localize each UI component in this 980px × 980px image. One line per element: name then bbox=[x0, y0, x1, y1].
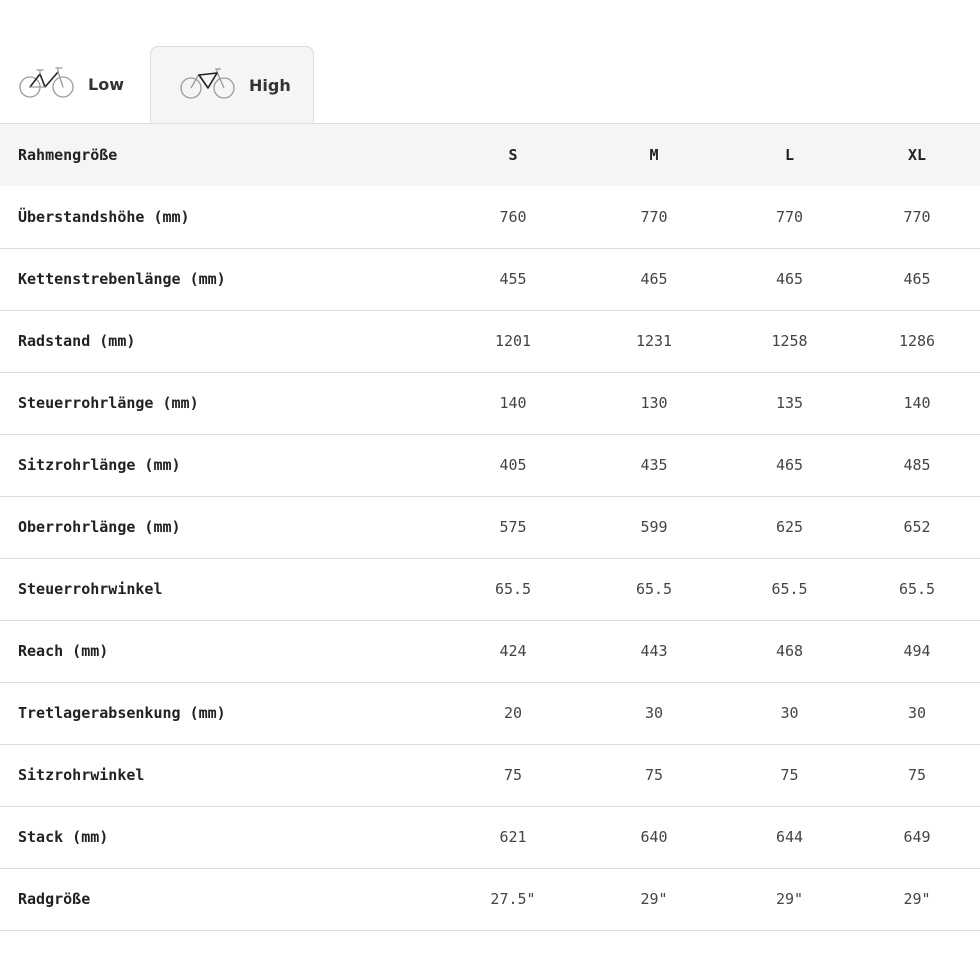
row-value: 65.5 bbox=[898, 580, 936, 598]
table-row: Radstand (mm) 1201 1231 1258 1286 bbox=[0, 310, 980, 372]
bike-high-frame-icon bbox=[179, 67, 237, 105]
row-value: 29" bbox=[775, 890, 804, 908]
row-value: 27.5" bbox=[490, 890, 536, 908]
tab-high-label: High bbox=[249, 76, 291, 95]
table-row: Stack (mm) 621 640 644 649 bbox=[0, 806, 980, 868]
row-label: Tretlagerabsenkung (mm) bbox=[18, 704, 226, 722]
row-value: 621 bbox=[499, 828, 527, 846]
row-value: 130 bbox=[640, 394, 668, 412]
row-value: 30 bbox=[644, 704, 664, 722]
row-label: Steuerrohrlänge (mm) bbox=[18, 394, 199, 412]
header-size-s: S bbox=[508, 146, 518, 164]
row-label: Radstand (mm) bbox=[18, 332, 136, 350]
row-value: 494 bbox=[903, 642, 931, 660]
row-value: 465 bbox=[775, 456, 804, 474]
row-value: 455 bbox=[499, 270, 527, 288]
row-value: 770 bbox=[903, 207, 931, 226]
header-frame-size: Rahmengröße bbox=[18, 146, 118, 164]
row-value: 770 bbox=[775, 207, 804, 226]
table-row: Tretlagerabsenkung (mm) 20 30 30 30 bbox=[0, 682, 980, 744]
row-value: 65.5 bbox=[494, 580, 532, 598]
tab-low-label: Low bbox=[88, 75, 124, 94]
row-value: 140 bbox=[903, 394, 931, 412]
row-value: 465 bbox=[775, 270, 804, 288]
frame-geometry-tabs: Low High bbox=[0, 46, 980, 124]
geometry-table-container: Rahmengröße S M L XL Überstandshöhe (mm)… bbox=[0, 123, 980, 931]
row-value: 20 bbox=[503, 704, 523, 722]
row-label: Sitzrohrwinkel bbox=[18, 766, 145, 784]
row-value: 29" bbox=[903, 890, 931, 908]
row-value: 760 bbox=[499, 207, 527, 226]
row-value: 485 bbox=[903, 456, 931, 474]
row-value: 75 bbox=[907, 766, 927, 784]
row-value: 644 bbox=[775, 828, 804, 846]
tab-high[interactable]: High bbox=[150, 46, 314, 124]
row-value: 443 bbox=[640, 642, 668, 660]
table-row: Steuerrohrlänge (mm) 140 130 135 140 bbox=[0, 372, 980, 434]
row-value: 1201 bbox=[494, 332, 532, 350]
row-value: 599 bbox=[640, 518, 668, 536]
table-row: Reach (mm) 424 443 468 494 bbox=[0, 620, 980, 682]
table-row: Sitzrohrwinkel 75 75 75 75 bbox=[0, 744, 980, 806]
header-size-xl: XL bbox=[907, 146, 927, 164]
row-value: 140 bbox=[499, 394, 527, 412]
row-value: 640 bbox=[640, 828, 668, 846]
row-value: 405 bbox=[499, 456, 527, 474]
row-value: 75 bbox=[503, 766, 523, 784]
table-header-row: Rahmengröße S M L XL bbox=[0, 124, 980, 186]
table-row: Oberrohrlänge (mm) 575 599 625 652 bbox=[0, 496, 980, 558]
header-size-m: M bbox=[649, 146, 659, 164]
table-row: Radgröße 27.5" 29" 29" 29" bbox=[0, 868, 980, 930]
row-value: 652 bbox=[903, 518, 931, 536]
row-value: 29" bbox=[640, 890, 668, 908]
row-value: 1258 bbox=[771, 332, 808, 350]
header-size-l: L bbox=[784, 146, 795, 164]
row-label: Stack (mm) bbox=[18, 828, 109, 846]
row-value: 649 bbox=[903, 828, 931, 846]
row-value: 30 bbox=[780, 704, 799, 722]
row-label: Steuerrohrwinkel bbox=[18, 580, 163, 598]
row-value: 65.5 bbox=[635, 580, 673, 598]
row-value: 1231 bbox=[635, 332, 673, 350]
bike-low-frame-icon bbox=[18, 66, 76, 104]
table-row: Kettenstrebenlänge (mm) 455 465 465 465 bbox=[0, 248, 980, 310]
row-value: 575 bbox=[499, 518, 527, 536]
row-label: Radgröße bbox=[18, 890, 91, 908]
row-value: 65.5 bbox=[771, 580, 808, 598]
table-row: Sitzrohrlänge (mm) 405 435 465 485 bbox=[0, 434, 980, 496]
row-value: 75 bbox=[644, 766, 664, 784]
row-label: Überstandshöhe (mm) bbox=[18, 207, 190, 226]
row-label: Sitzrohrlänge (mm) bbox=[18, 456, 181, 474]
row-value: 465 bbox=[903, 270, 931, 288]
table-row: Überstandshöhe (mm) 760 770 770 770 bbox=[0, 186, 980, 248]
row-value: 625 bbox=[775, 518, 804, 536]
row-label: Oberrohrlänge (mm) bbox=[18, 518, 181, 536]
row-value: 770 bbox=[640, 207, 668, 226]
table-row: Steuerrohrwinkel 65.5 65.5 65.5 65.5 bbox=[0, 558, 980, 620]
row-value: 1286 bbox=[898, 332, 936, 350]
row-value: 468 bbox=[775, 642, 804, 660]
row-value: 435 bbox=[640, 456, 668, 474]
row-label: Kettenstrebenlänge (mm) bbox=[18, 270, 226, 288]
row-value: 135 bbox=[775, 394, 804, 412]
row-value: 465 bbox=[640, 270, 668, 288]
row-value: 30 bbox=[907, 704, 927, 722]
geometry-table: Rahmengröße S M L XL Überstandshöhe (mm)… bbox=[0, 124, 980, 931]
tab-low[interactable]: Low bbox=[0, 46, 150, 123]
table-body: Überstandshöhe (mm) 760 770 770 770 Kettenstr… bbox=[0, 186, 980, 930]
row-value: 75 bbox=[780, 766, 799, 784]
row-value: 424 bbox=[499, 642, 527, 660]
row-label: Reach (mm) bbox=[18, 642, 109, 660]
